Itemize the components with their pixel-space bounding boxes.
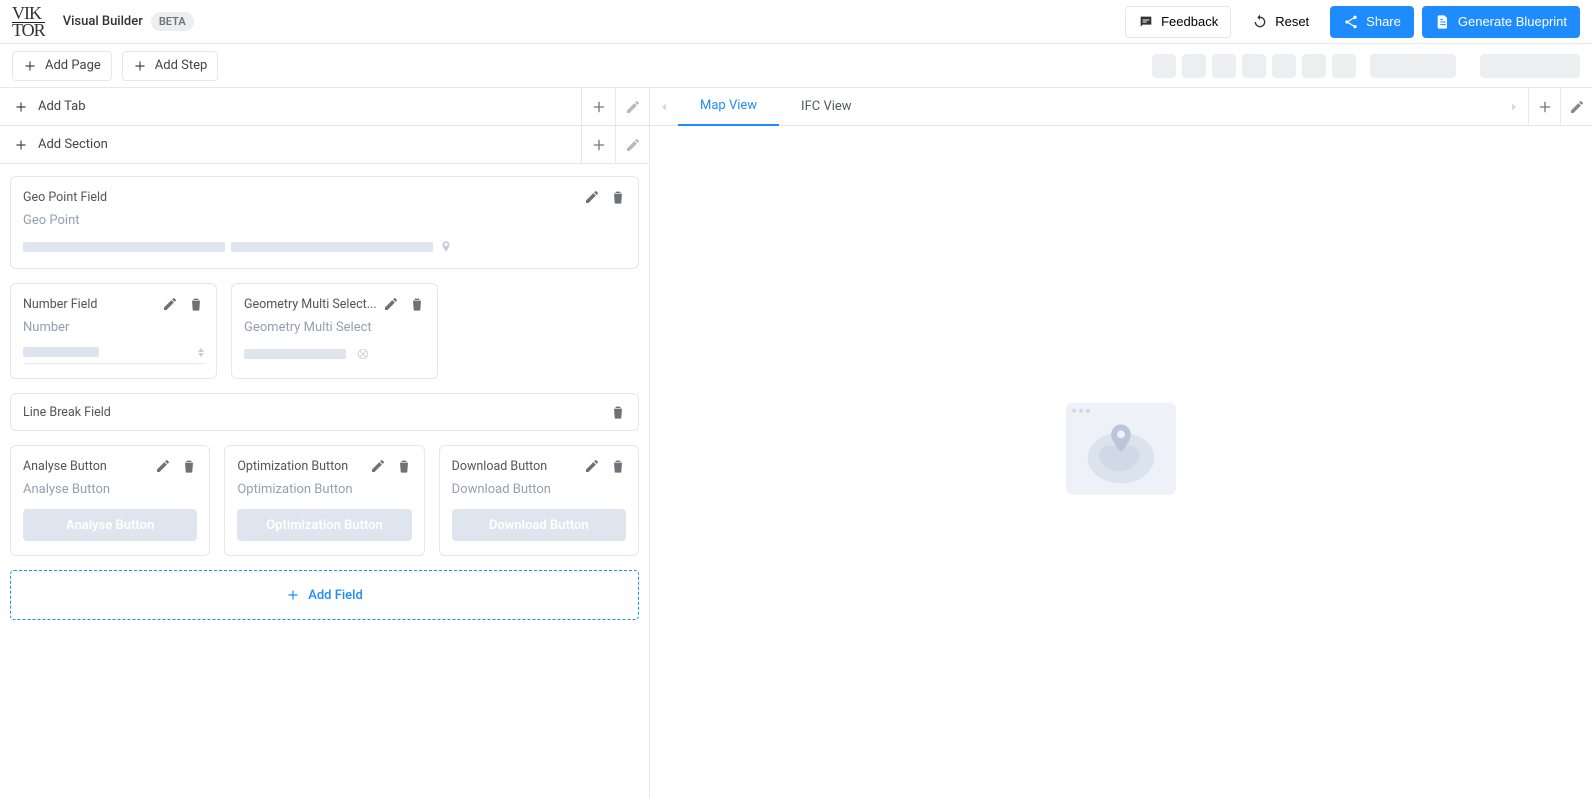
delete-icon[interactable] xyxy=(610,458,626,474)
card-title: Number Field xyxy=(23,297,162,312)
edit-icon[interactable] xyxy=(162,296,178,312)
geometry-icon xyxy=(356,347,370,361)
add-tab-label: Add Tab xyxy=(38,99,86,114)
card-label: Download Button xyxy=(452,482,626,497)
document-icon xyxy=(1435,14,1451,30)
generate-label: Generate Blueprint xyxy=(1458,14,1567,29)
toolbar-skeleton xyxy=(1272,54,1296,78)
geo-point-field-card[interactable]: Geo Point Field Geo Point xyxy=(10,176,639,269)
delete-icon[interactable] xyxy=(188,296,204,312)
card-title: Line Break Field xyxy=(23,405,610,420)
add-page-button[interactable]: Add Page xyxy=(12,51,112,81)
add-field-button[interactable]: Add Field xyxy=(10,570,639,620)
toolbar-skeleton xyxy=(1152,54,1176,78)
beta-badge: BETA xyxy=(151,12,194,31)
map-placeholder xyxy=(1066,402,1176,495)
card-label: Geometry Multi Select xyxy=(244,320,425,335)
toolbar-skeleton-bar xyxy=(1370,54,1456,78)
tab-scroll-left[interactable] xyxy=(650,88,678,126)
reset-button[interactable]: Reset xyxy=(1239,6,1322,38)
geometry-input-skeleton xyxy=(244,347,425,361)
add-page-label: Add Page xyxy=(45,58,101,73)
reset-label: Reset xyxy=(1275,14,1309,29)
geo-input-skeleton xyxy=(23,240,626,254)
optimization-button-field-card[interactable]: Optimization Button Optimization Button … xyxy=(224,445,424,556)
generate-blueprint-button[interactable]: Generate Blueprint xyxy=(1422,6,1580,38)
page-toolbar: Add Page Add Step xyxy=(0,44,1592,88)
top-bar: VIKTOR Visual Builder BETA Feedback Rese… xyxy=(0,0,1592,44)
number-input-skeleton xyxy=(23,347,204,364)
tab-ifc-view[interactable]: IFC View xyxy=(779,88,874,126)
add-step-button[interactable]: Add Step xyxy=(122,51,219,81)
tab-scroll-right[interactable] xyxy=(1500,88,1528,126)
share-label: Share xyxy=(1366,14,1401,29)
view-tab-bar: Map View IFC View xyxy=(650,88,1592,126)
toolbar-skeleton-bar xyxy=(1480,54,1580,78)
download-button-preview: Download Button xyxy=(452,509,626,541)
tab-map-view[interactable]: Map View xyxy=(678,88,779,126)
app-title: Visual Builder xyxy=(63,14,143,29)
add-tab-row: Add Tab xyxy=(0,88,649,126)
add-section-row: Add Section xyxy=(0,126,649,164)
card-title: Download Button xyxy=(452,459,584,474)
add-field-label: Add Field xyxy=(308,588,363,603)
add-section-label: Add Section xyxy=(38,137,108,152)
add-tab-button[interactable]: Add Tab xyxy=(0,99,581,114)
edit-view-button[interactable] xyxy=(1560,88,1592,126)
feedback-button[interactable]: Feedback xyxy=(1125,6,1231,38)
delete-icon[interactable] xyxy=(396,458,412,474)
share-icon xyxy=(1343,14,1359,30)
optimization-button-preview: Optimization Button xyxy=(237,509,411,541)
add-view-button[interactable] xyxy=(1528,88,1560,126)
edit-icon[interactable] xyxy=(584,458,600,474)
card-label: Optimization Button xyxy=(237,482,411,497)
toolbar-skeleton xyxy=(1182,54,1206,78)
delete-icon[interactable] xyxy=(610,189,626,205)
pin-icon xyxy=(439,240,453,254)
card-title: Geometry Multi Select... xyxy=(244,297,383,312)
toolbar-skeleton xyxy=(1242,54,1266,78)
fields-area: Geo Point Field Geo Point xyxy=(0,164,649,632)
section-edit-icon[interactable] xyxy=(615,126,649,164)
toolbar-skeleton xyxy=(1302,54,1326,78)
card-title: Analyse Button xyxy=(23,459,155,474)
tab-edit-icon[interactable] xyxy=(615,88,649,126)
delete-icon[interactable] xyxy=(610,404,626,420)
reset-icon xyxy=(1252,14,1268,30)
analyse-button-field-card[interactable]: Analyse Button Analyse Button Analyse Bu… xyxy=(10,445,210,556)
tab-label: IFC View xyxy=(801,99,852,114)
edit-icon[interactable] xyxy=(370,458,386,474)
feedback-label: Feedback xyxy=(1161,14,1218,29)
geometry-multi-select-field-card[interactable]: Geometry Multi Select... Geometry Multi … xyxy=(231,283,438,379)
logo: VIKTOR xyxy=(12,6,63,36)
delete-icon[interactable] xyxy=(409,296,425,312)
toolbar-skeleton xyxy=(1332,54,1356,78)
download-button-field-card[interactable]: Download Button Download Button Download… xyxy=(439,445,639,556)
card-title: Geo Point Field xyxy=(23,190,584,205)
view-body xyxy=(650,126,1592,798)
toolbar-skeleton xyxy=(1212,54,1236,78)
analyse-button-preview: Analyse Button xyxy=(23,509,197,541)
chat-icon xyxy=(1138,14,1154,30)
card-label: Analyse Button xyxy=(23,482,197,497)
card-label: Number xyxy=(23,320,204,335)
card-label: Geo Point xyxy=(23,213,626,228)
number-field-card[interactable]: Number Field Number xyxy=(10,283,217,379)
edit-icon[interactable] xyxy=(155,458,171,474)
add-section-button[interactable]: Add Section xyxy=(0,137,581,152)
section-add-icon[interactable] xyxy=(581,126,615,164)
delete-icon[interactable] xyxy=(181,458,197,474)
add-step-label: Add Step xyxy=(155,58,208,73)
tab-add-icon[interactable] xyxy=(581,88,615,126)
share-button[interactable]: Share xyxy=(1330,6,1414,38)
card-title: Optimization Button xyxy=(237,459,369,474)
edit-icon[interactable] xyxy=(584,189,600,205)
tab-label: Map View xyxy=(700,98,757,113)
right-panel: Map View IFC View xyxy=(650,88,1592,798)
left-panel: Add Tab Add Section Geo Point xyxy=(0,88,650,798)
edit-icon[interactable] xyxy=(383,296,399,312)
line-break-field-card[interactable]: Line Break Field xyxy=(10,393,639,431)
